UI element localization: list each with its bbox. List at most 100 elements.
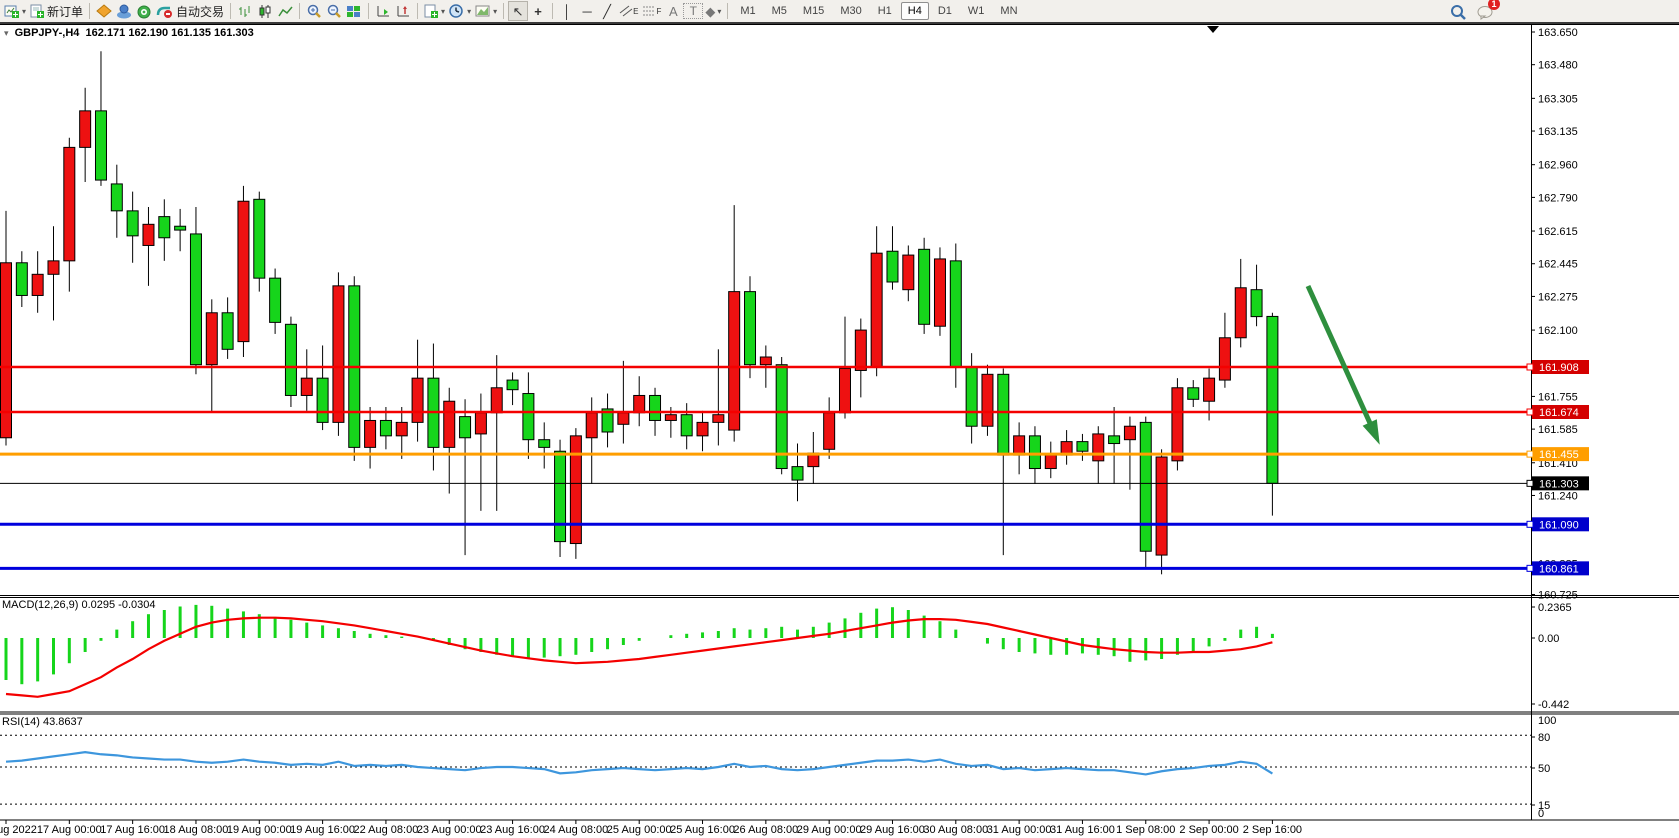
bear-candle (1077, 442, 1088, 452)
trend-arrow[interactable] (1308, 286, 1380, 445)
timeframe-d1-button[interactable]: D1 (931, 2, 959, 20)
rsi-axis-label: 80 (1538, 732, 1550, 744)
text-label-tool-button[interactable]: T (683, 3, 703, 19)
zoom-out-button[interactable] (324, 1, 344, 21)
equidistant-channel-icon (619, 4, 633, 18)
timeframe-m1-button[interactable]: M1 (733, 2, 762, 20)
price-tag-label: 161.090 (1539, 519, 1579, 531)
bull-candle (665, 415, 676, 421)
chart-shift-button[interactable] (393, 1, 413, 21)
text-tool-icon: A (669, 4, 678, 19)
bear-candle (175, 226, 186, 230)
price-tag-label: 161.908 (1539, 362, 1579, 374)
market-watch-button[interactable] (94, 1, 114, 21)
price-tick-label: 160.725 (1538, 590, 1578, 602)
indicators-button[interactable]: ▾ (422, 1, 447, 21)
bull-candle (48, 261, 59, 274)
toolbar-separator (368, 3, 369, 19)
new-order-button[interactable]: 新订单 (28, 1, 85, 21)
timeframe-mn-button[interactable]: MN (993, 2, 1024, 20)
price-tag-notch (1527, 521, 1533, 527)
trendline-icon: ╱ (603, 5, 611, 18)
bear-candle (950, 261, 961, 367)
price-tag-notch (1527, 409, 1533, 415)
toolbar-separator (552, 3, 553, 19)
bull-candle (618, 413, 629, 425)
bull-candle (475, 413, 486, 434)
time-tick-label: 17 Aug 16:00 (100, 824, 165, 836)
fibonacci-tool-button[interactable]: F (640, 1, 663, 21)
horizontal-line-tool-button[interactable]: ─ (577, 1, 597, 21)
bear-candle (998, 374, 1009, 455)
timeframe-m15-button[interactable]: M15 (796, 2, 831, 20)
auto-trading-button[interactable]: 自动交易 (154, 1, 226, 21)
horizontal-line-icon: ─ (582, 5, 591, 18)
channel-tool-button[interactable]: E (617, 1, 640, 21)
timeframe-m5-button[interactable]: M5 (765, 2, 794, 20)
bear-candle (159, 217, 170, 238)
bull-candle (760, 357, 771, 365)
price-tick-label: 161.240 (1538, 490, 1578, 502)
candlestick-chart-button[interactable] (255, 1, 275, 21)
bull-candle (1172, 388, 1183, 461)
data-window-icon (116, 4, 132, 19)
templates-button[interactable]: ▾ (473, 1, 499, 21)
cursor-tool-button[interactable]: ↖ (508, 1, 528, 21)
chart-canvas[interactable]: 163.650163.480163.305163.135162.960162.7… (0, 0, 1679, 838)
timeframe-h1-button[interactable]: H1 (871, 2, 899, 20)
vertical-line-tool-button[interactable]: │ (557, 1, 577, 21)
bull-candle (634, 395, 645, 412)
bar-chart-button[interactable] (235, 1, 255, 21)
text-label-icon: T (690, 4, 697, 18)
auto-trading-icon (156, 4, 173, 19)
bull-candle (1124, 426, 1135, 439)
notifications-button[interactable]: 1 (1475, 2, 1496, 22)
bear-candle (317, 378, 328, 422)
time-tick-label: 2 Sep 00:00 (1179, 824, 1238, 836)
zoom-in-button[interactable] (304, 1, 324, 21)
search-button[interactable] (1448, 2, 1469, 22)
candles-layer (1, 51, 1278, 574)
crosshair-tool-button[interactable]: + (528, 1, 548, 21)
price-tick-label: 162.615 (1538, 226, 1578, 238)
bear-candle (792, 467, 803, 480)
bull-candle (729, 292, 740, 430)
bear-candle (16, 263, 27, 296)
data-window-button[interactable] (114, 1, 134, 21)
bull-candle (871, 253, 882, 366)
timeframe-m30-button[interactable]: M30 (833, 2, 868, 20)
timeframe-w1-button[interactable]: W1 (961, 2, 992, 20)
bear-candle (1140, 422, 1151, 551)
price-tick-label: 162.100 (1538, 325, 1578, 337)
bull-candle (365, 420, 376, 447)
bull-candle (839, 369, 850, 413)
bear-candle (190, 234, 201, 365)
candlestick-chart-icon (258, 4, 273, 19)
bull-candle (1156, 457, 1167, 555)
price-tag-label: 161.674 (1539, 407, 1579, 419)
toolbar-separator (89, 3, 90, 19)
chevron-down-icon: ▾ (441, 7, 445, 16)
bull-candle (64, 147, 75, 260)
text-tool-button[interactable]: A (663, 1, 683, 21)
price-tag-notch (1527, 480, 1533, 486)
periods-button[interactable]: ▾ (447, 1, 473, 21)
bull-candle (1045, 455, 1056, 468)
tile-windows-button[interactable] (344, 1, 364, 21)
price-axis[interactable]: 163.650163.480163.305163.135162.960162.7… (1531, 27, 1578, 602)
zoom-out-icon (326, 4, 342, 19)
auto-scroll-button[interactable] (373, 1, 393, 21)
price-tick-label: 162.960 (1538, 160, 1578, 172)
new-chart-button[interactable]: ▾ (2, 1, 28, 21)
price-tick-label: 163.305 (1538, 93, 1578, 105)
line-chart-button[interactable] (275, 1, 295, 21)
macd-axis-label: 0.2365 (1538, 602, 1572, 614)
time-tick-label: 22 Aug 08:00 (353, 824, 418, 836)
timeframe-h4-button[interactable]: H4 (901, 2, 929, 20)
time-axis[interactable]: 16 Aug 202217 Aug 00:0017 Aug 16:0018 Au… (0, 820, 1302, 836)
arrows-tool-button[interactable]: ◆ ▾ (703, 1, 723, 21)
navigator-button[interactable] (134, 1, 154, 21)
bull-candle (412, 378, 423, 422)
trendline-tool-button[interactable]: ╱ (597, 1, 617, 21)
rsi-axis-label: 0 (1538, 808, 1544, 820)
